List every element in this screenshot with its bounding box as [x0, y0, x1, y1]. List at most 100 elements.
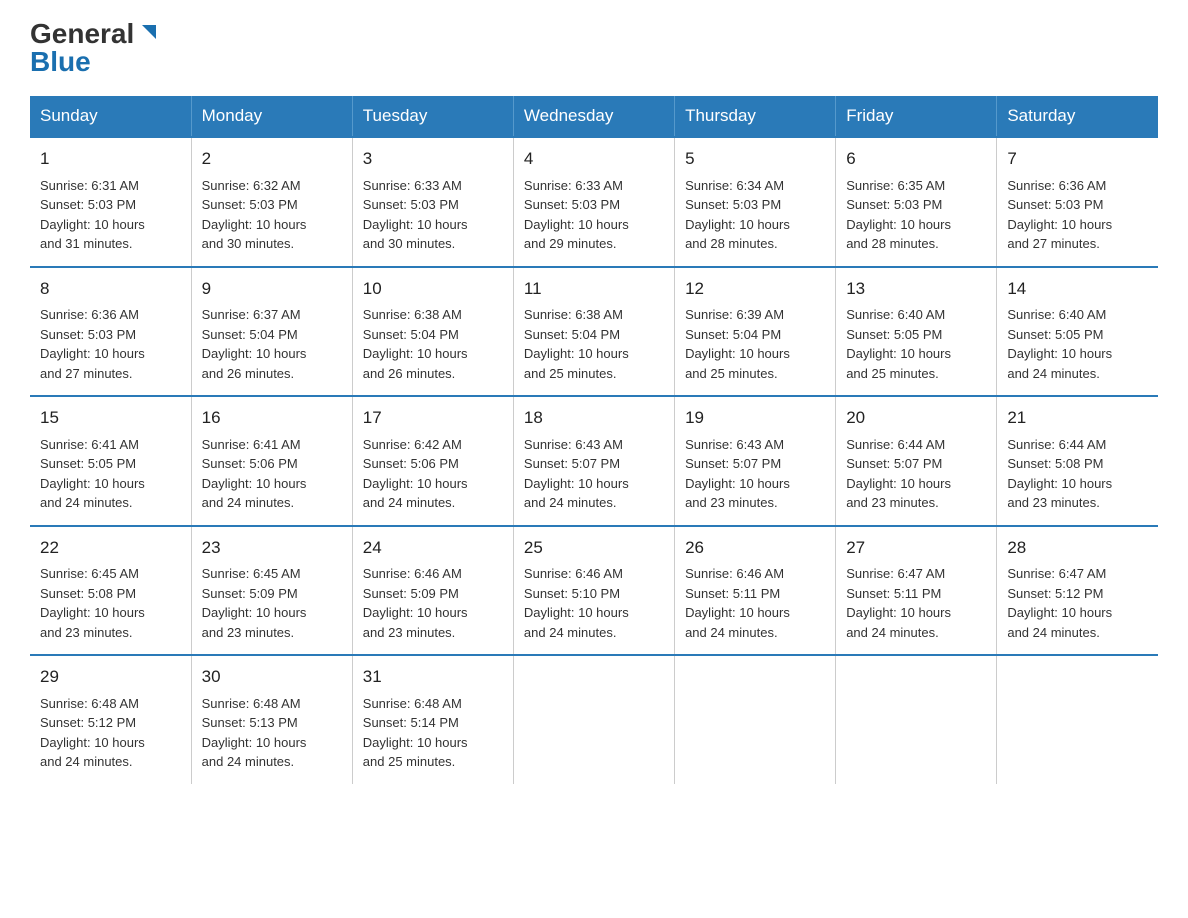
day-number: 23	[202, 535, 342, 561]
calendar-week-row: 29Sunrise: 6:48 AMSunset: 5:12 PMDayligh…	[30, 655, 1158, 784]
calendar-cell: 17 Sunrise: 6:42 AMSunset: 5:06 PMDayligh…	[352, 396, 513, 526]
calendar-cell: 25 Sunrise: 6:46 AMSunset: 5:10 PMDayligh…	[513, 526, 674, 656]
calendar-cell: 3 Sunrise: 6:33 AMSunset: 5:03 PMDaylight…	[352, 137, 513, 267]
calendar-week-row: 15 Sunrise: 6:41 AMSunset: 5:05 PMDayligh…	[30, 396, 1158, 526]
day-info: Sunrise: 6:34 AMSunset: 5:03 PMDaylight:…	[685, 176, 825, 254]
day-info: Sunrise: 6:38 AMSunset: 5:04 PMDaylight:…	[363, 305, 503, 383]
calendar-cell	[997, 655, 1158, 784]
day-info: Sunrise: 6:46 AMSunset: 5:11 PMDaylight:…	[685, 564, 825, 642]
calendar-cell: 5 Sunrise: 6:34 AMSunset: 5:03 PMDaylight…	[675, 137, 836, 267]
weekday-header-sunday: Sunday	[30, 96, 191, 137]
day-number: 25	[524, 535, 664, 561]
day-number: 5	[685, 146, 825, 172]
day-number: 24	[363, 535, 503, 561]
calendar-cell: 6Sunrise: 6:35 AMSunset: 5:03 PMDaylight…	[836, 137, 997, 267]
calendar-cell: 23Sunrise: 6:45 AMSunset: 5:09 PMDayligh…	[191, 526, 352, 656]
calendar-cell: 1 Sunrise: 6:31 AMSunset: 5:03 PMDaylight…	[30, 137, 191, 267]
day-number: 12	[685, 276, 825, 302]
logo-text-general: General	[30, 20, 134, 48]
day-info: Sunrise: 6:47 AMSunset: 5:12 PMDaylight:…	[1007, 564, 1148, 642]
day-info: Sunrise: 6:48 AMSunset: 5:13 PMDaylight:…	[202, 694, 342, 772]
calendar-cell: 11 Sunrise: 6:38 AMSunset: 5:04 PMDayligh…	[513, 267, 674, 397]
day-info: Sunrise: 6:42 AMSunset: 5:06 PMDaylight:…	[363, 435, 503, 513]
calendar-cell: 7Sunrise: 6:36 AMSunset: 5:03 PMDaylight…	[997, 137, 1158, 267]
day-info: Sunrise: 6:45 AMSunset: 5:08 PMDaylight:…	[40, 564, 181, 642]
calendar-cell: 10 Sunrise: 6:38 AMSunset: 5:04 PMDayligh…	[352, 267, 513, 397]
calendar-cell: 20Sunrise: 6:44 AMSunset: 5:07 PMDayligh…	[836, 396, 997, 526]
day-info: Sunrise: 6:43 AMSunset: 5:07 PMDaylight:…	[524, 435, 664, 513]
calendar-week-row: 8Sunrise: 6:36 AMSunset: 5:03 PMDaylight…	[30, 267, 1158, 397]
calendar-cell: 19Sunrise: 6:43 AMSunset: 5:07 PMDayligh…	[675, 396, 836, 526]
calendar-table: SundayMondayTuesdayWednesdayThursdayFrid…	[30, 96, 1158, 784]
day-info: Sunrise: 6:40 AMSunset: 5:05 PMDaylight:…	[846, 305, 986, 383]
day-number: 10	[363, 276, 503, 302]
calendar-cell: 27 Sunrise: 6:47 AMSunset: 5:11 PMDayligh…	[836, 526, 997, 656]
day-info: Sunrise: 6:33 AMSunset: 5:03 PMDaylight:…	[524, 176, 664, 254]
day-info: Sunrise: 6:37 AMSunset: 5:04 PMDaylight:…	[202, 305, 342, 383]
calendar-cell: 31Sunrise: 6:48 AMSunset: 5:14 PMDayligh…	[352, 655, 513, 784]
day-info: Sunrise: 6:32 AMSunset: 5:03 PMDaylight:…	[202, 176, 342, 254]
weekday-header-saturday: Saturday	[997, 96, 1158, 137]
day-info: Sunrise: 6:40 AMSunset: 5:05 PMDaylight:…	[1007, 305, 1148, 383]
calendar-week-row: 1 Sunrise: 6:31 AMSunset: 5:03 PMDaylight…	[30, 137, 1158, 267]
day-number: 1	[40, 146, 181, 172]
calendar-cell	[836, 655, 997, 784]
day-number: 3	[363, 146, 503, 172]
calendar-cell: 9 Sunrise: 6:37 AMSunset: 5:04 PMDaylight…	[191, 267, 352, 397]
day-number: 21	[1007, 405, 1148, 431]
day-info: Sunrise: 6:48 AMSunset: 5:12 PMDaylight:…	[40, 694, 181, 772]
day-number: 7	[1007, 146, 1148, 172]
logo-text-blue: Blue	[30, 48, 91, 76]
day-info: Sunrise: 6:41 AMSunset: 5:06 PMDaylight:…	[202, 435, 342, 513]
day-info: Sunrise: 6:38 AMSunset: 5:04 PMDaylight:…	[524, 305, 664, 383]
calendar-cell: 28Sunrise: 6:47 AMSunset: 5:12 PMDayligh…	[997, 526, 1158, 656]
day-number: 11	[524, 276, 664, 302]
day-number: 16	[202, 405, 342, 431]
calendar-cell: 12Sunrise: 6:39 AMSunset: 5:04 PMDayligh…	[675, 267, 836, 397]
day-number: 15	[40, 405, 181, 431]
day-info: Sunrise: 6:31 AMSunset: 5:03 PMDaylight:…	[40, 176, 181, 254]
calendar-cell: 16 Sunrise: 6:41 AMSunset: 5:06 PMDayligh…	[191, 396, 352, 526]
day-number: 30	[202, 664, 342, 690]
day-number: 18	[524, 405, 664, 431]
logo-icon	[136, 21, 158, 43]
page-header: General Blue	[30, 20, 1158, 76]
weekday-header-tuesday: Tuesday	[352, 96, 513, 137]
day-number: 4	[524, 146, 664, 172]
calendar-cell	[513, 655, 674, 784]
calendar-week-row: 22 Sunrise: 6:45 AMSunset: 5:08 PMDayligh…	[30, 526, 1158, 656]
day-info: Sunrise: 6:43 AMSunset: 5:07 PMDaylight:…	[685, 435, 825, 513]
calendar-cell: 8Sunrise: 6:36 AMSunset: 5:03 PMDaylight…	[30, 267, 191, 397]
calendar-cell: 21 Sunrise: 6:44 AMSunset: 5:08 PMDayligh…	[997, 396, 1158, 526]
day-number: 6	[846, 146, 986, 172]
calendar-cell: 18 Sunrise: 6:43 AMSunset: 5:07 PMDayligh…	[513, 396, 674, 526]
day-number: 9	[202, 276, 342, 302]
calendar-header-row: SundayMondayTuesdayWednesdayThursdayFrid…	[30, 96, 1158, 137]
day-number: 31	[363, 664, 503, 690]
day-number: 26	[685, 535, 825, 561]
day-number: 14	[1007, 276, 1148, 302]
day-number: 27	[846, 535, 986, 561]
day-info: Sunrise: 6:46 AMSunset: 5:09 PMDaylight:…	[363, 564, 503, 642]
calendar-cell: 4 Sunrise: 6:33 AMSunset: 5:03 PMDaylight…	[513, 137, 674, 267]
calendar-cell: 22 Sunrise: 6:45 AMSunset: 5:08 PMDayligh…	[30, 526, 191, 656]
day-number: 17	[363, 405, 503, 431]
weekday-header-monday: Monday	[191, 96, 352, 137]
calendar-cell: 14 Sunrise: 6:40 AMSunset: 5:05 PMDayligh…	[997, 267, 1158, 397]
day-number: 22	[40, 535, 181, 561]
calendar-cell: 30 Sunrise: 6:48 AMSunset: 5:13 PMDayligh…	[191, 655, 352, 784]
day-info: Sunrise: 6:47 AMSunset: 5:11 PMDaylight:…	[846, 564, 986, 642]
calendar-cell: 15 Sunrise: 6:41 AMSunset: 5:05 PMDayligh…	[30, 396, 191, 526]
day-info: Sunrise: 6:44 AMSunset: 5:08 PMDaylight:…	[1007, 435, 1148, 513]
calendar-cell: 2Sunrise: 6:32 AMSunset: 5:03 PMDaylight…	[191, 137, 352, 267]
day-info: Sunrise: 6:44 AMSunset: 5:07 PMDaylight:…	[846, 435, 986, 513]
weekday-header-wednesday: Wednesday	[513, 96, 674, 137]
day-info: Sunrise: 6:46 AMSunset: 5:10 PMDaylight:…	[524, 564, 664, 642]
day-info: Sunrise: 6:36 AMSunset: 5:03 PMDaylight:…	[40, 305, 181, 383]
calendar-cell: 24 Sunrise: 6:46 AMSunset: 5:09 PMDayligh…	[352, 526, 513, 656]
weekday-header-thursday: Thursday	[675, 96, 836, 137]
calendar-cell: 26 Sunrise: 6:46 AMSunset: 5:11 PMDayligh…	[675, 526, 836, 656]
day-info: Sunrise: 6:41 AMSunset: 5:05 PMDaylight:…	[40, 435, 181, 513]
day-number: 13	[846, 276, 986, 302]
day-info: Sunrise: 6:33 AMSunset: 5:03 PMDaylight:…	[363, 176, 503, 254]
